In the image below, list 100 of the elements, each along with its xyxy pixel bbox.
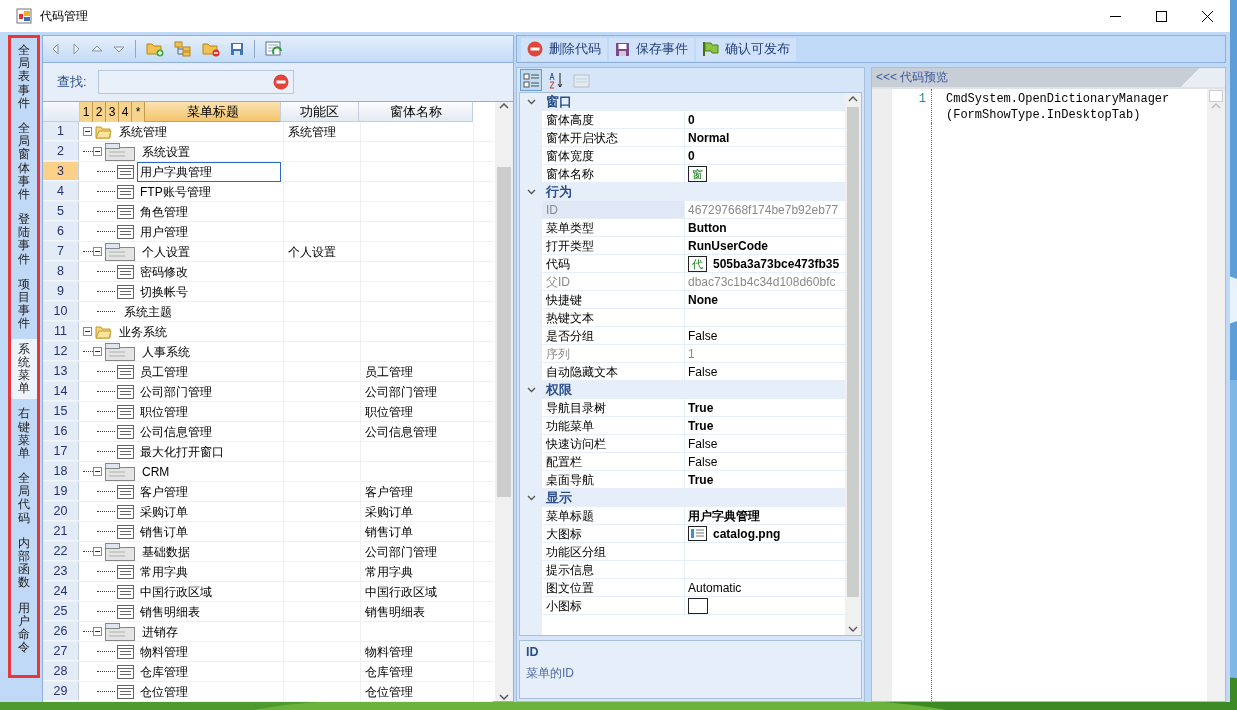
panel-title[interactable]: <<< 代码预览 xyxy=(876,69,949,86)
scroll-down-icon[interactable] xyxy=(499,693,509,701)
collapse-icon[interactable] xyxy=(83,127,92,136)
collapse-icon[interactable] xyxy=(93,247,102,256)
level-button[interactable]: 3 xyxy=(106,102,119,122)
table-cell[interactable]: 公司信息管理 xyxy=(137,421,215,442)
table-cell[interactable]: 切换帐号 xyxy=(137,281,191,302)
property-label[interactable]: 快速访问栏 xyxy=(542,435,685,453)
table-cell[interactable]: 销售订单 xyxy=(137,521,191,542)
clear-icon[interactable] xyxy=(273,74,290,90)
category-header[interactable]: 权限 xyxy=(542,381,845,399)
category-header[interactable]: 窗口 xyxy=(542,93,845,111)
property-label[interactable]: 快捷键 xyxy=(542,291,685,309)
folder-remove-icon[interactable] xyxy=(202,41,220,57)
category-header[interactable]: 显示 xyxy=(542,489,845,507)
property-label[interactable]: 功能区分组 xyxy=(542,543,685,561)
property-value: Button xyxy=(688,219,727,237)
chevron-icon[interactable] xyxy=(526,387,536,393)
scrollbar[interactable] xyxy=(495,102,513,701)
property-label[interactable]: 热键文本 xyxy=(542,309,685,327)
property-label[interactable]: 提示信息 xyxy=(542,561,685,579)
property-label[interactable]: 小图标 xyxy=(542,597,685,615)
property-label[interactable]: 是否分组 xyxy=(542,327,685,345)
categorized-view-button[interactable] xyxy=(520,69,542,91)
collapse-icon[interactable] xyxy=(83,327,92,336)
property-label[interactable]: 菜单类型 xyxy=(542,219,685,237)
property-label[interactable]: 代码 xyxy=(542,255,685,273)
property-value: RunUserCode xyxy=(688,237,768,255)
table-cell[interactable]: 采购订单 xyxy=(137,501,191,522)
table-cell[interactable]: 人事系统 xyxy=(139,341,193,362)
table-cell[interactable]: 系统主题 xyxy=(121,301,175,322)
up-arrow-icon[interactable] xyxy=(91,44,103,54)
property-label[interactable]: 大图标 xyxy=(542,525,685,543)
table-cell[interactable]: 中国行政区域 xyxy=(137,581,215,602)
table-cell[interactable]: 进销存 xyxy=(139,621,181,642)
column-header[interactable]: 窗体名称 xyxy=(359,102,473,122)
table-cell[interactable]: 仓位管理 xyxy=(137,681,191,702)
table-cell[interactable]: 个人设置 xyxy=(139,241,193,262)
level-button[interactable]: * xyxy=(132,102,145,122)
property-label[interactable]: 窗体宽度 xyxy=(542,147,685,165)
level-button[interactable]: 4 xyxy=(119,102,132,122)
right-arrow-icon[interactable] xyxy=(71,43,81,55)
property-label[interactable]: 导航目录树 xyxy=(542,399,685,417)
table-cell[interactable]: 职位管理 xyxy=(137,401,191,422)
collapse-icon[interactable] xyxy=(93,467,102,476)
table-cell[interactable]: 最大化打开窗口 xyxy=(137,441,227,462)
collapse-icon[interactable] xyxy=(93,347,102,356)
side-tab[interactable]: 系统菜单 xyxy=(11,338,37,400)
chevron-icon[interactable] xyxy=(526,495,536,501)
table-cell[interactable]: 基础数据 xyxy=(139,541,193,562)
column-header[interactable]: 功能区 xyxy=(281,102,359,122)
property-label[interactable]: 打开类型 xyxy=(542,237,685,255)
collapse-icon[interactable] xyxy=(93,627,102,636)
table-cell[interactable]: 角色管理 xyxy=(137,201,191,222)
refresh-document-icon[interactable] xyxy=(265,41,283,57)
chevron-icon[interactable] xyxy=(526,189,536,195)
folder-tree-icon[interactable] xyxy=(174,41,192,57)
table-cell[interactable]: 销售明细表 xyxy=(137,601,203,622)
table-cell[interactable]: 系统管理 xyxy=(116,121,170,142)
table-cell[interactable]: 系统设置 xyxy=(139,141,193,162)
level-button[interactable]: 2 xyxy=(93,102,106,122)
table-cell[interactable]: FTP账号管理 xyxy=(137,181,214,202)
table-cell[interactable]: 密码修改 xyxy=(137,261,191,282)
table-cell[interactable]: 公司部门管理 xyxy=(137,381,215,402)
column-header[interactable]: 菜单标题 xyxy=(145,102,281,122)
table-cell[interactable]: 仓库管理 xyxy=(137,661,191,682)
property-label[interactable]: 窗体开启状态 xyxy=(542,129,685,147)
table-cell[interactable]: 客户管理 xyxy=(137,481,191,502)
table-cell[interactable]: 用户字典管理 xyxy=(137,161,281,182)
scrollbar[interactable] xyxy=(845,93,861,635)
code-preview-header[interactable]: <<< 代码预览 xyxy=(872,68,1225,87)
property-label[interactable]: 菜单标题 xyxy=(542,507,685,525)
code-editor[interactable]: 1 CmdSystem.OpenDictionaryManager (FormShowType.InDesktopTab) xyxy=(872,89,1225,701)
empty-image-icon xyxy=(688,597,708,614)
table-cell[interactable]: 物料管理 xyxy=(137,641,191,662)
action-button[interactable]: 删除代码 xyxy=(521,37,607,61)
chevron-icon[interactable] xyxy=(526,99,536,105)
down-arrow-icon[interactable] xyxy=(113,44,125,54)
collapse-icon[interactable] xyxy=(93,547,102,556)
table-cell[interactable]: 员工管理 xyxy=(137,361,191,382)
scroll-thumb[interactable] xyxy=(1209,90,1223,102)
action-button[interactable]: 确认可发布 xyxy=(696,37,796,61)
action-button[interactable]: 保存事件 xyxy=(609,37,694,61)
table-cell[interactable]: 业务系统 xyxy=(116,321,170,342)
property-label[interactable]: 图文位置 xyxy=(542,579,685,597)
scrollbar[interactable] xyxy=(1207,89,1225,701)
table-cell[interactable]: CRM xyxy=(139,461,173,482)
search-field[interactable] xyxy=(98,70,295,94)
row-number: 15 xyxy=(43,402,79,421)
table-cell[interactable]: 用户管理 xyxy=(137,221,191,242)
property-label[interactable]: 配置栏 xyxy=(542,453,685,471)
property-label[interactable]: 功能菜单 xyxy=(542,417,685,435)
category-header[interactable]: 行为 xyxy=(542,183,845,201)
left-arrow-icon[interactable] xyxy=(51,43,61,55)
table-cell[interactable]: 常用字典 xyxy=(137,561,191,582)
level-button[interactable]: 1 xyxy=(80,102,93,122)
property-label[interactable]: 窗体高度 xyxy=(542,111,685,129)
folder-add-icon[interactable] xyxy=(146,41,164,57)
scroll-up-icon[interactable] xyxy=(499,102,509,110)
collapse-icon[interactable] xyxy=(93,147,102,156)
